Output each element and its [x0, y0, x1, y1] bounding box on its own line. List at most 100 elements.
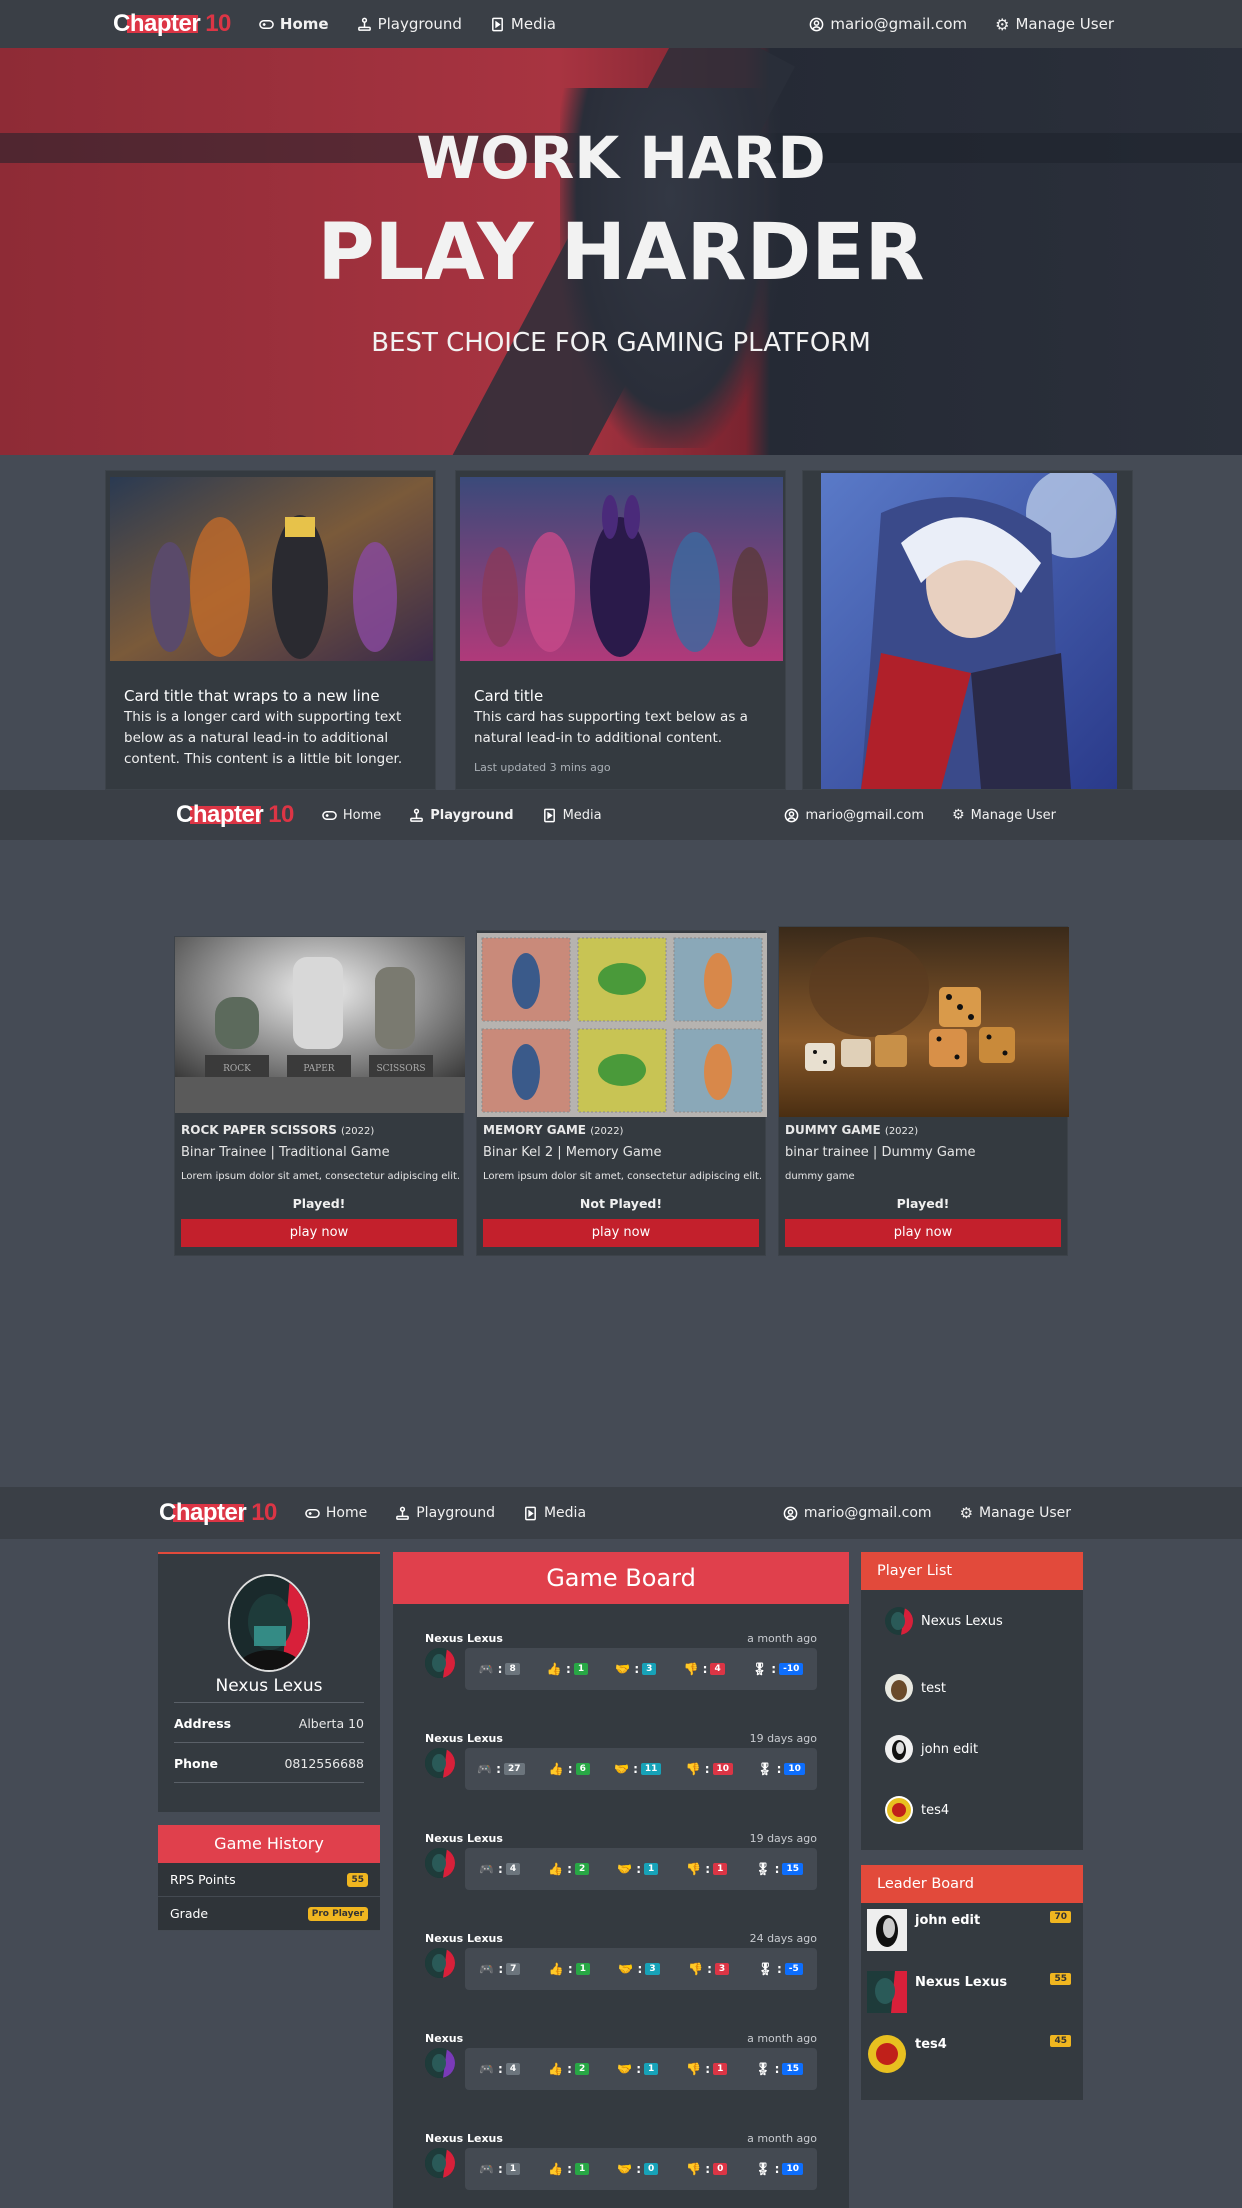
leader-name: Nexus Lexus [915, 1975, 1008, 1990]
board-stats: 🎮 :7 👍 :1 🤝 :3 👎 :3 🎖 : -5 [465, 1948, 817, 1990]
leader-name: tes4 [915, 2037, 947, 2052]
stat-games-played: 🎮 :7 [479, 1962, 521, 1976]
stat-badge: 2 [574, 1863, 590, 1875]
play-now-button[interactable]: play now [785, 1219, 1061, 1247]
profile-name: Nexus Lexus [215, 1676, 323, 1696]
nav-home-label: Home [342, 807, 382, 823]
game-status: Played! [292, 1196, 346, 1211]
leader-item[interactable]: tes4 45 [867, 2033, 1071, 2077]
thumbs-down-icon: 👎 : [686, 2062, 711, 2076]
card-1[interactable]: Card title that wraps to a new line This… [105, 470, 436, 790]
navbar-home: Chapter 10 Home Playground Media mario@gm… [0, 0, 1242, 48]
nav-playground[interactable]: Playground [357, 15, 462, 33]
stat-wins: 👍 :1 [548, 2162, 590, 2176]
nav-user-email[interactable]: mario@gmail.com [783, 1505, 932, 1521]
nav-manage-user[interactable]: ⚙ Manage User [952, 807, 1056, 823]
stat-points: 🎖 :10 [755, 2162, 803, 2176]
board-player-name: Nexus Lexus [425, 1832, 503, 1845]
avatar [425, 1848, 455, 1878]
stat-points: 🎖 :15 [755, 1862, 803, 1876]
leader-item[interactable]: Nexus Lexus 55 [867, 1971, 1071, 2015]
game-title-text: DUMMY GAME [785, 1123, 881, 1137]
brand-chapter: Chapter [113, 10, 201, 37]
avatar [228, 1574, 310, 1672]
media-file-icon [543, 808, 555, 822]
leader-item[interactable]: john edit 70 [867, 1909, 1071, 1953]
avatar [885, 1796, 913, 1824]
nav-manage-user[interactable]: ⚙ Manage User [995, 15, 1114, 34]
game-card-rps[interactable]: ROCK PAPER SCISSORS ROCK PAPER SCISSORS … [174, 936, 465, 1256]
nav-home[interactable]: Home [305, 1505, 367, 1521]
stat-badge: 1 [644, 2063, 659, 2075]
stat-games-played: 🎮 :4 [479, 1862, 521, 1876]
board-stats: 🎮 :27 👍 :6 🤝 :11 👎 :10 🎖 :10 [465, 1748, 817, 1790]
card-1-text: This is a longer card with supporting te… [124, 709, 403, 767]
board-row: Nexus Lexus a month ago 🎮 :1 👍 :1 🤝 :0 👎 :0 🎖 … [425, 2132, 817, 2208]
handshake-icon: 🤝 : [613, 1762, 638, 1776]
rps-label-paper: PAPER [303, 1064, 334, 1074]
thumbs-down-icon: 👎 : [683, 1662, 708, 1676]
game-subtitle: Binar Trainee | Traditional Game [181, 1145, 390, 1160]
rps-image: ROCK PAPER SCISSORS [175, 937, 465, 1113]
brand-logo[interactable]: Chapter 10 [176, 801, 294, 829]
nav-playground[interactable]: Playground [395, 1505, 495, 1521]
handshake-icon: 🤝 : [617, 2062, 642, 2076]
nav-media[interactable]: Media [490, 15, 556, 33]
nav-manage-user[interactable]: ⚙ Manage User [960, 1504, 1071, 1522]
play-now-button[interactable]: play now [181, 1219, 457, 1247]
board-time: 24 days ago [749, 1932, 817, 1945]
nav-media[interactable]: Media [542, 808, 602, 823]
stat-points: 🎖 : -5 [758, 1962, 803, 1976]
nav-playground[interactable]: Playground [409, 808, 514, 823]
stat-badge: 4 [710, 1663, 725, 1675]
user-circle-icon [809, 17, 824, 31]
board-stats: 🎮 :8 👍 :1 🤝 :3 👎 :4 🎖 : -10 [465, 1648, 817, 1690]
hero-line-3: BEST CHOICE FOR GAMING PLATFORM [371, 328, 871, 358]
stat-points: 🎖 : -10 [752, 1662, 804, 1676]
board-time: a month ago [747, 1632, 817, 1645]
game-year: (2022) [341, 1126, 375, 1137]
gamepad-icon: 🎮 : [478, 2062, 503, 2076]
game-card-dummy[interactable]: DUMMY GAME (2022) binar trainee | Dummy … [778, 926, 1069, 1256]
board-time: 19 days ago [749, 1832, 817, 1845]
nav-home[interactable]: Home [322, 808, 381, 823]
nav-user-email[interactable]: mario@gmail.com [809, 15, 967, 33]
gamepad-icon: 🎮 : [479, 1962, 504, 1976]
brand-chapter: Chapter [176, 801, 264, 828]
avatar [867, 2033, 907, 2075]
stat-wins: 👍 :1 [547, 1662, 589, 1676]
card-2-image [460, 477, 783, 661]
game-year: (2022) [884, 1126, 919, 1137]
address-label: Address [174, 1716, 232, 1731]
leader-board-title: Leader Board [861, 1865, 1083, 1903]
game-title-text: MEMORY GAME [483, 1123, 587, 1137]
joystick-icon [357, 17, 371, 31]
card-3[interactable] [802, 470, 1133, 790]
thumbs-down-icon: 👎 : [685, 1762, 710, 1776]
player-item[interactable]: Nexus Lexus [885, 1607, 1003, 1635]
avatar [885, 1735, 913, 1763]
brand-logo[interactable]: Chapter 10 [159, 1499, 277, 1527]
player-item[interactable]: test [885, 1674, 946, 1702]
board-row: Nexus a month ago 🎮 :4 👍 :2 🤝 :1 👎 :1 🎖 :15 [425, 2032, 817, 2112]
score-badge: 45 [1050, 2035, 1071, 2047]
brand-logo[interactable]: Chapter 10 [113, 10, 231, 38]
points-badge: 55 [347, 1872, 368, 1887]
player-item[interactable]: john edit [885, 1735, 978, 1763]
stat-badge: 4 [505, 1863, 521, 1875]
play-now-button[interactable]: play now [483, 1219, 759, 1247]
nav-user-email[interactable]: mario@gmail.com [784, 808, 924, 823]
stat-losses: 👎 :10 [685, 1762, 734, 1776]
game-title: ROCK PAPER SCISSORS (2022) [181, 1123, 374, 1137]
board-time: 19 days ago [749, 1732, 817, 1745]
nav-home[interactable]: Home [259, 15, 329, 33]
navbar-playground: Chapter 10 Home Playground Media mario@gm… [0, 790, 1242, 840]
navbar-dashboard: Chapter 10 Home Playground Media mario@gm… [0, 1487, 1242, 1539]
gamepad-icon [322, 810, 337, 820]
grade-badge: Pro Player [307, 1906, 368, 1921]
card-2[interactable]: Card title This card has supporting text… [455, 470, 786, 790]
phone-value: 0812556688 [284, 1756, 364, 1771]
nav-media[interactable]: Media [523, 1505, 586, 1521]
game-card-memory[interactable]: MEMORY GAME (2022) Binar Kel 2 | Memory … [476, 930, 767, 1256]
player-item[interactable]: tes4 [885, 1796, 949, 1824]
